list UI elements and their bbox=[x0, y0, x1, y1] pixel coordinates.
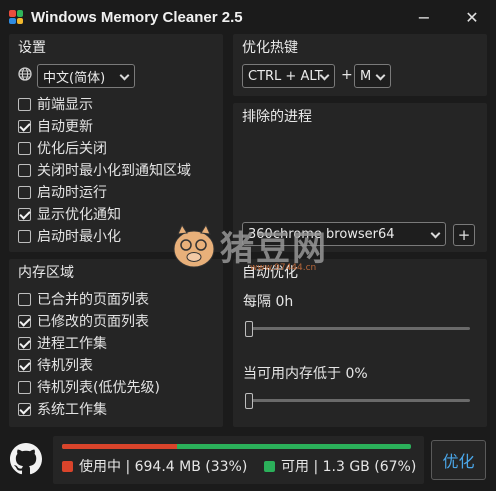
interval-label: 每隔 0h bbox=[243, 294, 294, 310]
memory-usage-fill bbox=[62, 444, 178, 449]
setting-option[interactable]: 前端显示 bbox=[18, 93, 93, 115]
memory-area-label: 已合并的页面列表 bbox=[37, 292, 149, 308]
free-memory-label: 可用 | 1.3 GB (67%) bbox=[281, 459, 417, 475]
hotkey-plus-label: + bbox=[341, 67, 353, 83]
memory-area-option[interactable]: 进程工作集 bbox=[18, 332, 107, 354]
memory-area-option[interactable]: 系统工作集 bbox=[18, 398, 107, 420]
settings-title: 设置 bbox=[18, 40, 46, 56]
language-globe-icon bbox=[18, 67, 32, 81]
language-select[interactable]: 中文(简体) bbox=[37, 64, 135, 88]
optimize-button[interactable]: 优化 bbox=[431, 440, 486, 480]
memory-area-checkbox[interactable] bbox=[18, 336, 31, 350]
memory-area-label: 待机列表 bbox=[37, 358, 93, 374]
hotkey-key-value: M bbox=[360, 68, 372, 84]
free-legend-swatch bbox=[264, 460, 275, 472]
used-legend-swatch bbox=[62, 460, 73, 472]
excluded-processes-panel: 排除的进程 360chrome browser64 + bbox=[233, 103, 487, 252]
setting-option[interactable]: 自动更新 bbox=[18, 115, 93, 137]
memory-areas-title: 内存区域 bbox=[18, 265, 74, 281]
threshold-slider-thumb[interactable] bbox=[245, 393, 253, 409]
interval-slider-track[interactable] bbox=[245, 327, 470, 330]
memory-area-option[interactable]: 待机列表 bbox=[18, 354, 93, 376]
settings-panel: 设置 中文(简体) 前端显示自动更新优化后关闭关闭时最小化到通知区域 启动时运行显… bbox=[9, 34, 223, 252]
window-title: Windows Memory Cleaner 2.5 bbox=[31, 9, 243, 26]
memory-area-label: 系统工作集 bbox=[37, 402, 107, 418]
close-button[interactable]: ✕ bbox=[459, 6, 485, 28]
memory-usage-bar bbox=[62, 444, 411, 449]
setting-label: 显示优化通知 bbox=[37, 207, 121, 223]
memory-area-option[interactable]: 已修改的页面列表 bbox=[18, 310, 149, 332]
setting-checkbox[interactable] bbox=[18, 141, 31, 155]
threshold-slider-track[interactable] bbox=[245, 399, 470, 402]
setting-option[interactable]: 关闭时最小化到通知区域 bbox=[18, 159, 191, 181]
setting-label: 启动时运行 bbox=[37, 185, 107, 201]
memory-area-checkbox[interactable] bbox=[18, 358, 31, 372]
setting-checkbox[interactable] bbox=[18, 207, 31, 221]
setting-label: 关闭时最小化到通知区域 bbox=[37, 163, 191, 179]
setting-checkbox[interactable] bbox=[18, 229, 31, 243]
setting-option[interactable]: 显示优化通知 bbox=[18, 203, 121, 225]
chevron-down-icon bbox=[119, 70, 130, 81]
hotkey-modifier-select[interactable]: CTRL + ALT bbox=[242, 64, 335, 88]
setting-label: 自动更新 bbox=[37, 119, 93, 135]
setting-option[interactable]: 优化后关闭 bbox=[18, 137, 107, 159]
memory-area-checkbox[interactable] bbox=[18, 314, 31, 328]
interval-slider-thumb[interactable] bbox=[245, 321, 253, 337]
memory-area-checkbox[interactable] bbox=[18, 292, 31, 306]
used-memory-stat: 使用中 | 694.4 MB (33%) bbox=[62, 456, 247, 476]
setting-option[interactable]: 启动时最小化 bbox=[18, 225, 121, 247]
chevron-down-icon bbox=[430, 228, 441, 239]
setting-checkbox[interactable] bbox=[18, 97, 31, 111]
process-select-value: 360chrome browser64 bbox=[248, 226, 395, 242]
setting-label: 优化后关闭 bbox=[37, 141, 107, 157]
memory-area-option[interactable]: 已合并的页面列表 bbox=[18, 288, 149, 310]
memory-areas-panel: 内存区域 已合并的页面列表 已修改的页面列表 进程工作集待机列表待机列表(低优先级)… bbox=[9, 259, 223, 427]
hotkey-key-select[interactable]: M bbox=[354, 64, 391, 88]
memory-area-option[interactable]: 待机列表(低优先级) bbox=[18, 376, 160, 398]
minimize-button[interactable]: − bbox=[411, 6, 437, 28]
add-process-button[interactable]: + bbox=[453, 224, 475, 246]
setting-checkbox[interactable] bbox=[18, 185, 31, 199]
memory-area-checkbox[interactable] bbox=[18, 380, 31, 394]
hotkey-modifier-value: CTRL + ALT bbox=[248, 68, 323, 84]
language-select-value: 中文(简体) bbox=[43, 70, 106, 86]
chevron-down-icon bbox=[375, 70, 386, 81]
threshold-label: 当可用内存低于 0% bbox=[243, 366, 368, 382]
auto-optimize-title: 自动优化 bbox=[242, 265, 298, 281]
memory-area-checkbox[interactable] bbox=[18, 402, 31, 416]
hotkey-panel: 优化热键 CTRL + ALT + M bbox=[233, 34, 487, 96]
github-icon[interactable] bbox=[10, 443, 42, 475]
setting-label: 前端显示 bbox=[37, 97, 93, 113]
excluded-processes-title: 排除的进程 bbox=[242, 109, 312, 125]
memory-area-label: 进程工作集 bbox=[37, 336, 107, 352]
memory-area-label: 待机列表(低优先级) bbox=[37, 380, 160, 396]
setting-checkbox[interactable] bbox=[18, 119, 31, 133]
setting-option[interactable]: 启动时运行 bbox=[18, 181, 107, 203]
memory-area-label: 已修改的页面列表 bbox=[37, 314, 149, 330]
used-memory-label: 使用中 | 694.4 MB (33%) bbox=[79, 459, 248, 475]
title-bar: Windows Memory Cleaner 2.5 − ✕ bbox=[0, 0, 496, 34]
process-select[interactable]: 360chrome browser64 bbox=[242, 222, 446, 246]
auto-optimize-panel: 自动优化 每隔 0h 当可用内存低于 0% bbox=[233, 259, 487, 427]
free-memory-stat: 可用 | 1.3 GB (67%) bbox=[264, 456, 416, 476]
hotkey-title: 优化热键 bbox=[242, 40, 298, 56]
setting-label: 启动时最小化 bbox=[37, 229, 121, 245]
setting-checkbox[interactable] bbox=[18, 163, 31, 177]
app-logo-icon bbox=[9, 10, 23, 24]
